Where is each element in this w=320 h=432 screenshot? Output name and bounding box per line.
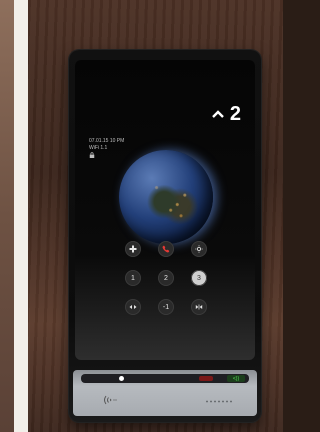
floor-minus-1-button[interactable]: -1 <box>158 299 174 315</box>
floor-indicator: 2 <box>212 104 241 124</box>
speaker-grille <box>205 400 233 403</box>
lock-icon <box>89 152 95 158</box>
brightness-button[interactable] <box>191 241 207 257</box>
status-info-text: WiFi 1.1 <box>89 145 108 151</box>
panel-strip: <)) <box>81 374 249 383</box>
wall-left <box>0 0 14 432</box>
cross-button[interactable] <box>125 241 141 257</box>
intercom-screen: 2 07.01.15 10 PM WiFi 1.1 1 2 3 -1 <box>75 60 255 360</box>
door-close-icon <box>195 304 203 310</box>
nfc-icon[interactable] <box>103 394 119 406</box>
floor-number: 2 <box>229 103 241 125</box>
floor-1-button[interactable]: 1 <box>125 270 141 286</box>
status-info: 07.01.15 10 PM WiFi 1.1 <box>89 138 124 158</box>
door-open-icon <box>129 305 137 309</box>
hangup-indicator[interactable] <box>199 376 213 381</box>
wall-gap <box>14 0 28 432</box>
floor-2-button[interactable]: 2 <box>158 270 174 286</box>
intercom-bottom-panel: <)) <box>73 370 257 416</box>
door-close-button[interactable] <box>191 299 207 315</box>
floor-3-button[interactable]: 3 <box>191 270 207 286</box>
cross-icon <box>129 245 137 253</box>
phone-icon <box>162 245 170 253</box>
answer-indicator[interactable]: <)) <box>227 375 245 382</box>
slider-indicator[interactable] <box>119 376 124 381</box>
call-button[interactable] <box>158 241 174 257</box>
door-open-button[interactable] <box>125 299 141 315</box>
intercom-device: 2 07.01.15 10 PM WiFi 1.1 1 2 3 -1 <)) <box>69 50 261 422</box>
sun-icon <box>195 245 203 253</box>
earth-globe-icon <box>119 150 213 244</box>
chevron-up-icon <box>212 110 224 118</box>
status-datetime: 07.01.15 10 PM <box>89 138 125 144</box>
